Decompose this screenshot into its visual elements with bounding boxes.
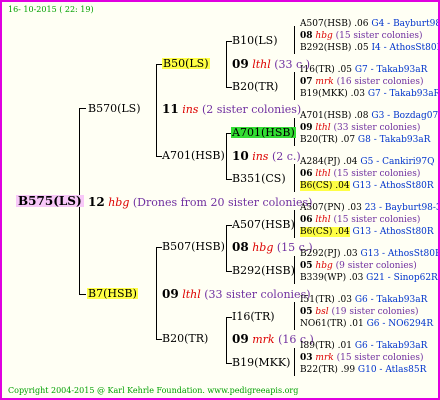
queen-sire[interactable]: B570(LS) [88,103,141,114]
ancestor-bottom[interactable]: B20(TR) .07 G8 - Takab93aR [300,136,430,145]
ancestor-bottom[interactable]: B6(CS) .04 G13 - AthosSt80R [300,181,434,191]
queen-g3-4[interactable]: B351(CS) [232,173,286,184]
ancestor-top[interactable]: I89(TR) .01 G6 - Takab93aR [300,342,427,351]
ancestor-colonies: 06 lthl (15 sister colonies) [300,215,421,225]
root-colonies: 12 hbg (Drones from 20 sister colonies) [88,195,313,209]
connector [294,164,295,192]
queen-root[interactable]: B575(LS) [16,195,84,207]
ancestor-top[interactable]: B292(PJ) .03 G13 - AthosSt80R [300,250,438,259]
connector [226,317,227,363]
ancestor-colonies: 03 mrk (15 sister colonies) [300,353,424,363]
ancestor-bottom[interactable]: B6(CS) .04 G13 - AthosSt80R [300,227,434,237]
queen-g3-3[interactable]: A701(HSB) [231,127,296,138]
pedigree-frame: 16- 10-2015 ( 22: 19) B575(LS) 12 hbg (D… [0,0,440,400]
ancestor-bottom[interactable]: B292(HSB) .05 I4 - AthosSt80R [300,44,438,53]
ancestor-bottom[interactable]: B22(TR) .99 G10 - Atlas85R [300,366,426,375]
ancestor-top[interactable]: A284(PJ) .04 G5 - Cankiri97Q [300,158,435,167]
ancestor-top[interactable]: A507(HSB) .06 G4 - Bayburt98-3 [300,20,438,29]
queen-g2-3[interactable]: B507(HSB) [162,241,225,252]
connector [294,302,295,330]
queen-dam[interactable]: B7(HSB) [87,288,138,299]
connector [156,247,157,339]
queen-g3-7[interactable]: I16(TR) [232,311,275,322]
ancestor-bottom[interactable]: B339(WP) .03 G21 - Sinop62R [300,274,438,283]
connector [226,41,227,87]
ancestor-top[interactable]: A507(PN) .03 23 - Bayburt98-3 [300,204,438,213]
connector [226,133,227,179]
connector [156,64,157,156]
connector [294,348,295,376]
ancestor-colonies: 05 hbg (9 sister colonies) [300,261,417,271]
queen-g2-2[interactable]: A701(HSB) [162,150,225,161]
date-time: 16- 10-2015 ( 22: 19) [8,5,94,14]
ancestor-colonies: 07 mrk (16 sister colonies) [300,77,424,87]
queen-g3-1[interactable]: B10(LS) [232,35,278,46]
ancestor-colonies: 05 bsl (19 sister colonies) [300,307,419,317]
ancestor-top[interactable]: A701(HSB) .08 G3 - Bozdag07R [300,112,438,121]
ancestor-top[interactable]: I51(TR) .03 G6 - Takab93aR [300,296,427,305]
connector [294,72,295,100]
queen-g3-6[interactable]: B292(HSB) [232,265,295,276]
connector [79,294,86,295]
dam-colonies: 09 lthl (33 sister colonies) [162,287,311,301]
ancestor-bottom[interactable]: NO61(TR) .01 G6 - NO6294R [300,320,433,329]
ancestor-colonies: 06 lthl (15 sister colonies) [300,169,421,179]
ancestor-colonies: 08 hbg (15 sister colonies) [300,31,423,41]
queen-g2-1[interactable]: B50(LS) [162,58,210,69]
ancestor-bottom[interactable]: B19(MKK) .03 G7 - Takab93aR [300,90,438,99]
connector [226,225,227,271]
g2-2-colonies: 10 ins (2 c.) [232,149,301,163]
ancestor-top[interactable]: I16(TR) .05 G7 - Takab93aR [300,66,427,75]
copyright: Copyright 2004-2015 @ Karl Kehrle Founda… [8,386,299,395]
queen-g3-2[interactable]: B20(TR) [232,81,278,92]
sire-colonies: 11 ins (2 sister colonies) [162,102,302,116]
g2-1-colonies: 09 lthl (33 c.) [232,57,310,71]
connector [294,26,295,54]
connector [79,108,86,109]
queen-g2-4[interactable]: B20(TR) [162,333,208,344]
ancestor-colonies: 09 lthl (33 sister colonies) [300,123,421,133]
queen-g3-8[interactable]: B19(MKK) [232,357,290,368]
queen-g3-5[interactable]: A507(HSB) [232,219,295,230]
